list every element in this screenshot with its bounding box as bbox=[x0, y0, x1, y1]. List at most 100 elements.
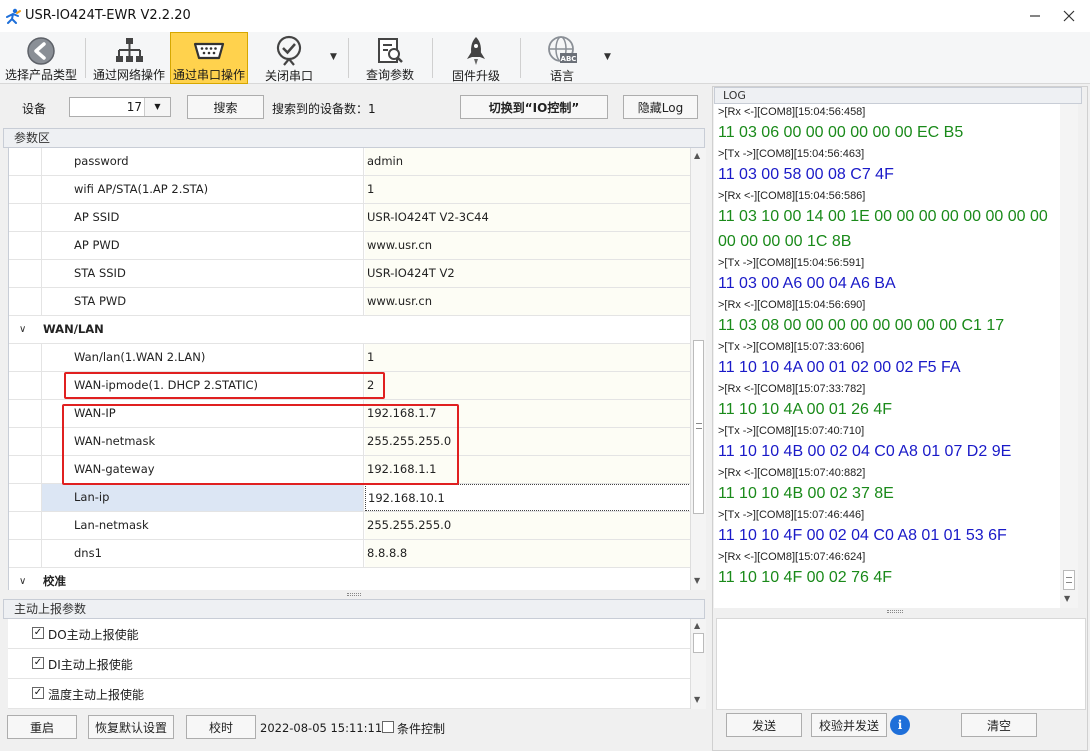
svg-text:ABC: ABC bbox=[561, 55, 577, 63]
checkbox-checked[interactable]: ✓ bbox=[32, 657, 44, 669]
param-row[interactable]: AP SSID USR-IO424T V2-3C44 bbox=[9, 204, 690, 232]
log-meta-line: >[Tx ->][COM8][15:07:46:446] bbox=[718, 509, 865, 521]
report-option-label: DO主动上报使能 bbox=[48, 628, 139, 642]
scroll-thumb[interactable] bbox=[693, 633, 704, 653]
highlight-box-wan-settings bbox=[62, 404, 459, 485]
param-row[interactable]: AP PWD www.usr.cn bbox=[9, 232, 690, 260]
main-toolbar: 选择产品类型 通过网络操作 通过串口操作 关闭串口 ▼ 查询参数 固件升级 AB… bbox=[0, 32, 1090, 84]
scroll-thumb[interactable] bbox=[693, 340, 704, 514]
param-row[interactable]: STA SSID USR-IO424T V2 bbox=[9, 260, 690, 288]
log-bottom-bar: 发送 校验并发送 i 清空 bbox=[712, 711, 1088, 751]
toolbar-label: 语言 bbox=[549, 69, 574, 83]
param-row[interactable]: Lan-netmask 255.255.255.0 bbox=[9, 512, 690, 540]
select-product-type-button[interactable]: 选择产品类型 bbox=[2, 32, 80, 84]
param-value[interactable]: 192.168.10.1 bbox=[365, 484, 690, 511]
param-key: Wan/lan(1.WAN 2.LAN) bbox=[41, 344, 364, 371]
close-serial-button[interactable]: 关闭串口 bbox=[252, 32, 326, 84]
param-row[interactable]: STA PWD www.usr.cn bbox=[9, 288, 690, 316]
send-button[interactable]: 发送 bbox=[726, 713, 802, 737]
condition-control-checkbox[interactable] bbox=[382, 721, 394, 733]
clear-button[interactable]: 清空 bbox=[961, 713, 1037, 737]
scroll-thumb[interactable] bbox=[1063, 570, 1075, 590]
report-scrollbar[interactable]: ▲ ▼ bbox=[690, 619, 706, 709]
param-value[interactable]: www.usr.cn bbox=[365, 232, 690, 259]
log-tx-line: 11 10 10 4F 00 02 04 C0 A8 01 01 53 6F bbox=[718, 527, 1007, 544]
scroll-up-icon[interactable]: ▲ bbox=[694, 621, 700, 630]
param-key: STA SSID bbox=[41, 260, 364, 287]
checkbox-checked[interactable]: ✓ bbox=[32, 687, 44, 699]
param-value[interactable]: 8.8.8.8 bbox=[365, 540, 690, 567]
device-label: 设备 bbox=[22, 102, 47, 116]
log-scrollbar[interactable]: ▼ bbox=[1060, 104, 1078, 608]
hide-log-button[interactable]: 隐藏Log bbox=[623, 95, 698, 119]
params-scrollbar[interactable]: ▲ ▼ bbox=[690, 148, 706, 590]
grip-icon[interactable] bbox=[887, 610, 903, 613]
scroll-down-icon[interactable]: ▼ bbox=[1064, 594, 1070, 603]
query-document-icon bbox=[373, 35, 407, 66]
device-bar: 设备 17 ▼ 搜索 搜索到的设备数：1 切换到“IO控制” 隐藏Log bbox=[0, 86, 708, 126]
scroll-down-icon[interactable]: ▼ bbox=[694, 576, 700, 585]
toolbar-separator bbox=[348, 38, 349, 78]
restore-defaults-button[interactable]: 恢复默认设置 bbox=[88, 715, 174, 739]
condition-control-label: 条件控制 bbox=[397, 722, 446, 736]
firmware-upgrade-button[interactable]: 固件升级 bbox=[438, 32, 514, 84]
param-row[interactable]: wifi AP/STA(1.AP 2.STA) 1 bbox=[9, 176, 690, 204]
device-select[interactable]: 17 ▼ bbox=[69, 97, 171, 117]
found-count-text: 搜索到的设备数：1 bbox=[272, 102, 376, 116]
param-value[interactable]: 255.255.255.0 bbox=[365, 512, 690, 539]
report-group-header: 主动上报参数 bbox=[3, 599, 705, 619]
info-icon[interactable]: i bbox=[890, 715, 910, 735]
title-bar: USR-IO424T-EWR V2.2.20 bbox=[0, 0, 1090, 32]
report-option[interactable]: ✓ DO主动上报使能 bbox=[8, 619, 690, 649]
params-grid: password admin wifi AP/STA(1.AP 2.STA) 1… bbox=[8, 148, 690, 590]
param-row[interactable]: Wan/lan(1.WAN 2.LAN) 1 bbox=[9, 344, 690, 372]
scroll-down-icon[interactable]: ▼ bbox=[694, 695, 700, 704]
chevron-down-icon[interactable]: ▼ bbox=[144, 98, 170, 116]
log-meta-line: >[Tx ->][COM8][15:04:56:463] bbox=[718, 148, 865, 160]
chevron-down-icon[interactable]: ▼ bbox=[330, 52, 337, 62]
category-row-calibration[interactable]: ∨ 校准 bbox=[9, 568, 690, 590]
report-option[interactable]: ✓ 温度主动上报使能 bbox=[8, 679, 690, 709]
serial-operation-button[interactable]: 通过串口操作 bbox=[170, 32, 248, 84]
param-value[interactable]: USR-IO424T V2 bbox=[365, 260, 690, 287]
minimize-button[interactable] bbox=[1016, 4, 1054, 28]
restart-button[interactable]: 重启 bbox=[7, 715, 77, 739]
param-key: STA PWD bbox=[41, 288, 364, 315]
language-button[interactable]: ABC 语言 bbox=[526, 32, 598, 84]
switch-io-control-button[interactable]: 切换到“IO控制” bbox=[460, 95, 608, 119]
check-badge-icon bbox=[272, 35, 306, 67]
param-key: Lan-ip bbox=[41, 484, 364, 511]
device-value: 17 bbox=[126, 100, 142, 114]
category-label: 校准 bbox=[43, 574, 66, 588]
param-value[interactable]: 1 bbox=[365, 176, 690, 203]
param-value[interactable]: 2 bbox=[365, 372, 690, 399]
checkbox-checked[interactable]: ✓ bbox=[32, 627, 44, 639]
chevron-down-icon[interactable]: ▼ bbox=[604, 52, 611, 62]
param-row[interactable]: password admin bbox=[9, 148, 690, 176]
highlight-box-ipmode bbox=[64, 372, 385, 399]
log-meta-line: >[Tx ->][COM8][15:07:33:606] bbox=[718, 341, 865, 353]
log-meta-line: >[Rx <-][COM8][15:07:33:782] bbox=[718, 383, 866, 395]
search-button[interactable]: 搜索 bbox=[187, 95, 264, 119]
log-meta-line: >[Rx <-][COM8][15:04:56:586] bbox=[718, 190, 866, 202]
param-row[interactable]: dns1 8.8.8.8 bbox=[9, 540, 690, 568]
report-option[interactable]: ✓ DI主动上报使能 bbox=[8, 649, 690, 679]
pane-splitter[interactable] bbox=[3, 591, 705, 599]
category-row-wan-lan[interactable]: ∨ WAN/LAN bbox=[9, 316, 690, 344]
param-value[interactable]: www.usr.cn bbox=[365, 288, 690, 315]
param-value[interactable]: admin bbox=[365, 148, 690, 175]
rocket-icon bbox=[459, 35, 493, 67]
report-list: ✓ DO主动上报使能 ✓ DI主动上报使能 ✓ 温度主动上报使能 bbox=[8, 619, 690, 709]
log-view[interactable]: >[Rx <-][COM8][15:04:56:458] 11 03 06 00… bbox=[714, 104, 1060, 608]
param-row-selected[interactable]: Lan-ip 192.168.10.1 bbox=[9, 484, 690, 512]
send-input-area[interactable] bbox=[716, 618, 1086, 710]
network-operation-button[interactable]: 通过网络操作 bbox=[90, 32, 168, 84]
log-tx-line: 11 10 10 4B 00 02 04 C0 A8 01 07 D2 9E bbox=[718, 443, 1012, 460]
param-value[interactable]: 1 bbox=[365, 344, 690, 371]
query-params-button[interactable]: 查询参数 bbox=[354, 32, 426, 84]
param-value[interactable]: USR-IO424T V2-3C44 bbox=[365, 204, 690, 231]
scroll-up-icon[interactable]: ▲ bbox=[694, 151, 700, 160]
verify-send-button[interactable]: 校验并发送 bbox=[811, 713, 887, 737]
close-button[interactable] bbox=[1050, 4, 1088, 28]
sync-time-button[interactable]: 校时 bbox=[186, 715, 256, 739]
